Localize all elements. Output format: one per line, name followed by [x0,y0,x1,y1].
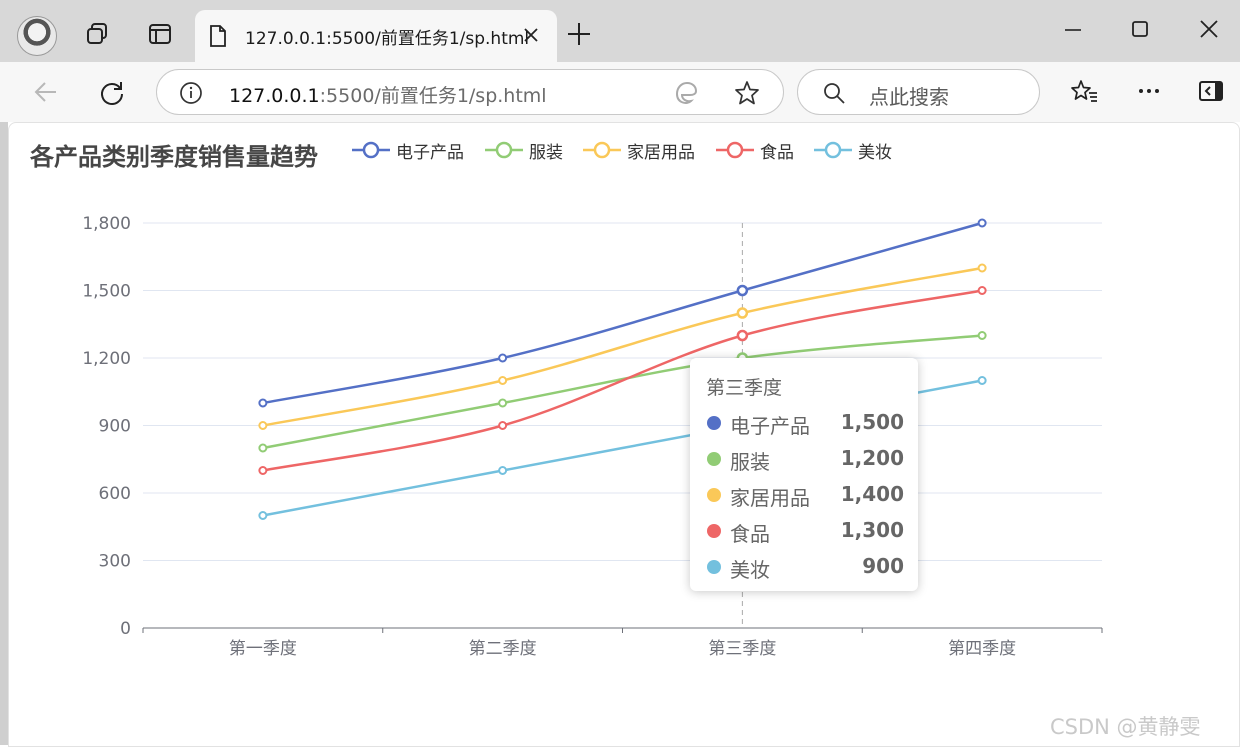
y-tick-label: 900 [99,417,131,437]
legend-item-series-0[interactable]: 电子产品 [352,139,464,163]
data-point [977,376,987,385]
data-point [258,443,268,453]
tooltip-series-value: 900 [862,554,904,578]
data-point [258,421,268,430]
y-tick-label: 300 [99,552,131,572]
chart-tooltip: 第三季度 电子产品 1,500 服装 1,200 家居用品 1,400 食品 1… [690,358,918,591]
y-tick-label: 600 [99,484,131,504]
tooltip-row: 服装 1,200 [706,446,904,474]
data-point [977,286,987,295]
tooltip-series-value: 1,300 [840,518,904,542]
legend-marker [716,141,754,159]
legend-marker [352,141,390,159]
legend-item-series-1[interactable]: 服装 [485,139,563,163]
tooltip-series-name: 服装 [730,450,770,474]
data-point [736,307,749,319]
tooltip-series-name: 食品 [730,522,770,546]
tooltip-dot [707,452,721,466]
tooltip-series-value: 1,400 [840,482,904,506]
x-tick-label: 第三季度 [708,639,776,659]
legend-label: 食品 [760,142,794,163]
tooltip-series-value: 1,500 [840,410,904,434]
x-tick-label: 第一季度 [229,639,297,659]
legend-marker [583,141,621,159]
legend-marker [814,141,852,159]
watermark: CSDN @黄静雯 [1050,715,1201,739]
data-point [977,331,987,340]
tooltip-series-name: 家居用品 [730,486,810,510]
y-tick-label: 1,800 [82,214,131,234]
legend-label: 电子产品 [396,142,464,163]
data-point [258,466,268,475]
legend-label: 服装 [529,142,563,163]
y-tick-label: 1,500 [82,282,131,302]
data-point [258,398,268,408]
legend-item-series-3[interactable]: 食品 [716,139,794,163]
tooltip-series-name: 美妆 [730,558,770,582]
x-tick-label: 第四季度 [948,639,1016,659]
tooltip-row: 家居用品 1,400 [706,482,904,510]
tooltip-row: 电子产品 1,500 [706,410,904,438]
tooltip-dot [707,488,721,502]
data-point [736,284,749,297]
legend-item-series-2[interactable]: 家居用品 [583,139,695,163]
tooltip-title: 第三季度 [706,377,783,399]
tooltip-row: 美妆 900 [706,554,904,582]
data-point [977,263,987,273]
data-point [498,376,508,385]
y-tick-label: 0 [120,619,131,639]
legend-item-series-4[interactable]: 美妆 [814,139,892,163]
data-point [736,329,749,342]
data-point [498,466,508,475]
y-tick-label: 1,200 [82,349,131,369]
legend-label: 美妆 [858,142,892,163]
legend-label: 家居用品 [627,142,695,163]
tooltip-series-name: 电子产品 [730,414,810,438]
chart-title: 各产品类别季度销售量趋势 [30,143,318,171]
data-point [977,218,987,228]
data-point [258,511,268,520]
legend-marker [485,141,523,159]
tooltip-series-value: 1,200 [840,446,904,470]
tooltip-row: 食品 1,300 [706,518,904,546]
tooltip-dot [707,524,721,538]
tooltip-dot [707,416,721,430]
data-point [498,421,508,430]
data-point [498,353,508,363]
tooltip-dot [707,560,721,574]
x-tick-label: 第二季度 [469,639,537,659]
data-point [498,398,508,408]
line-chart: 03006009001,2001,5001,800第一季度 第二季度 第三季度 第四季… [82,214,1103,659]
